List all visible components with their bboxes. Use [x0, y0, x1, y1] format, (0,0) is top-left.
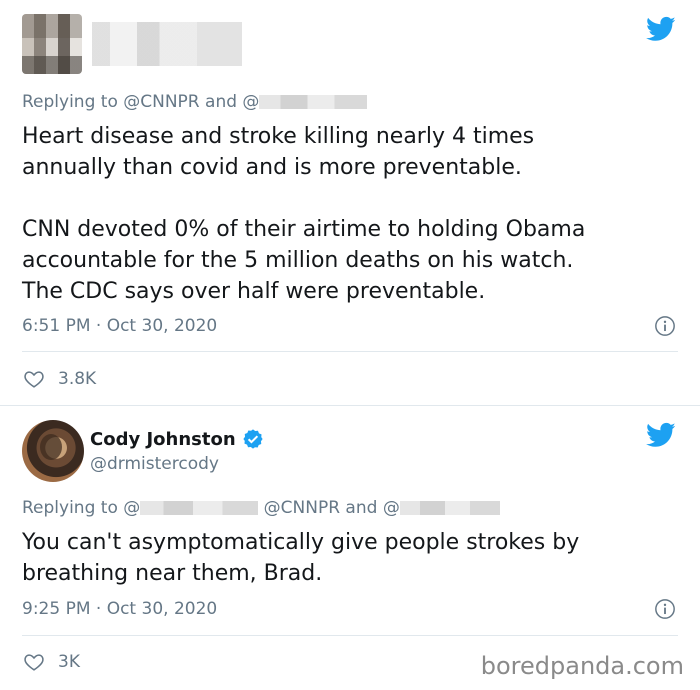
reply-and: and — [199, 92, 243, 112]
mention-cnnpr[interactable]: @CNNPR — [264, 498, 340, 518]
tweet-timestamp[interactable]: 9:25 PM · Oct 30, 2020 — [22, 599, 217, 619]
redacted-username — [259, 95, 368, 109]
mention-cnnpr[interactable]: @CNNPR — [123, 92, 199, 112]
heart-icon[interactable] — [22, 368, 46, 390]
mention-redacted[interactable]: @ — [242, 92, 259, 112]
info-icon[interactable] — [654, 315, 676, 337]
tweet-separator — [22, 635, 678, 636]
tweet-text: Heart disease and stroke killing nearly … — [22, 124, 586, 304]
mention-redacted-1[interactable]: @ — [123, 498, 140, 518]
blurred-author-name — [92, 22, 242, 66]
info-icon[interactable] — [654, 598, 676, 620]
author-name[interactable]: Cody Johnston — [90, 428, 264, 450]
like-action[interactable]: 3K — [22, 651, 80, 673]
redacted-username-1 — [140, 501, 259, 515]
author-handle[interactable]: @drmistercody — [90, 454, 219, 474]
redacted-username-2 — [399, 501, 500, 515]
tweet-separator — [22, 351, 678, 352]
reply-prefix: Replying to — [22, 498, 124, 518]
reply-and: and — [340, 498, 383, 518]
twitter-bird-icon[interactable] — [644, 14, 678, 44]
reply-prefix: Replying to — [22, 92, 124, 112]
like-count: 3.8K — [58, 369, 97, 389]
verified-badge-icon — [243, 429, 263, 449]
boredpanda-watermark: boredpanda.com — [480, 652, 684, 680]
reply-context: Replying to @ @CNNPR and @ — [22, 498, 500, 518]
like-count: 3K — [58, 652, 80, 672]
heart-icon[interactable] — [22, 651, 46, 673]
tweet-text: You can't asymptomatically give people s… — [22, 530, 580, 586]
reply-context: Replying to @CNNPR and @ — [22, 92, 368, 112]
like-action[interactable]: 3.8K — [22, 368, 96, 390]
tweet-card-1: Replying to @CNNPR and @ Heart disease a… — [0, 0, 700, 405]
author-avatar[interactable] — [22, 420, 84, 482]
blurred-avatar[interactable] — [22, 14, 82, 74]
mention-redacted-2[interactable]: @ — [383, 498, 400, 518]
tweet-timestamp[interactable]: 6:51 PM · Oct 30, 2020 — [22, 316, 217, 336]
twitter-bird-icon[interactable] — [644, 420, 678, 450]
tweet-card-2: Cody Johnston @drmistercody Replying to … — [0, 406, 700, 690]
author-name-text: Cody Johnston — [90, 428, 236, 450]
